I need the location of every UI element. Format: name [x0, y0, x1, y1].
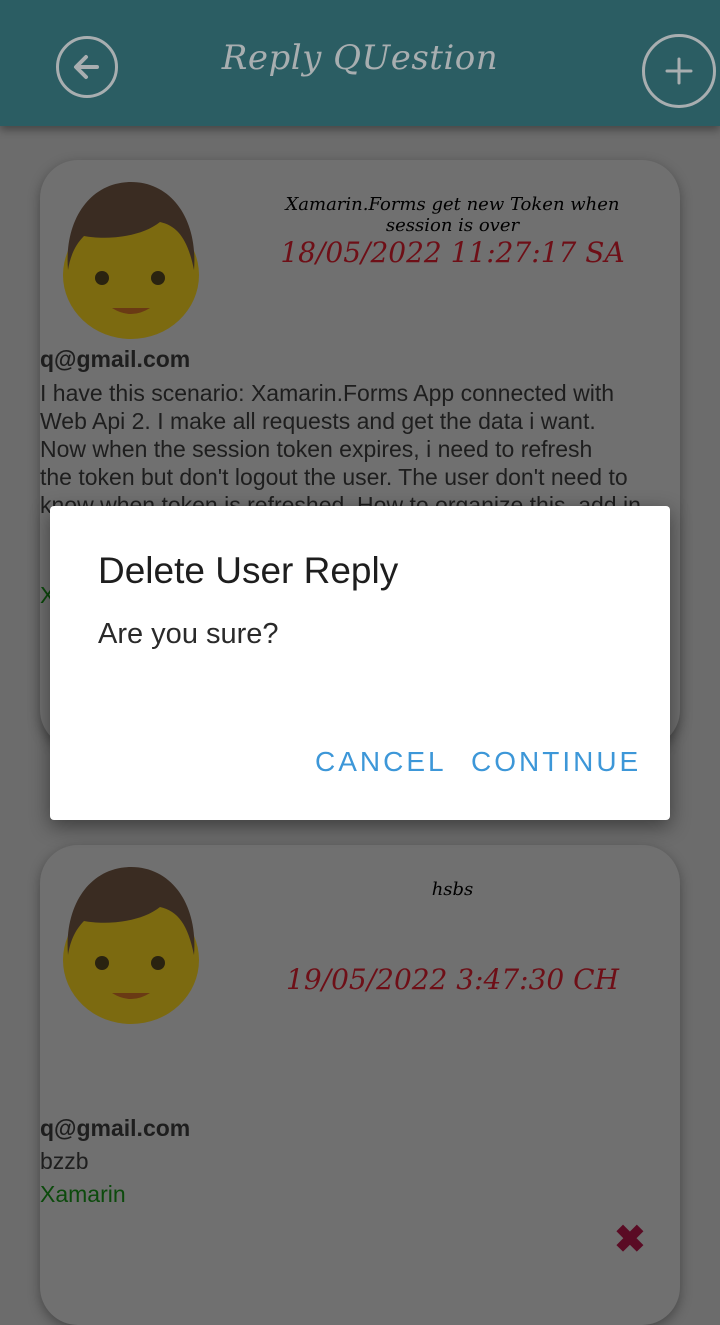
continue-button[interactable]: CONTINUE — [471, 746, 641, 778]
delete-icon[interactable]: ✖ — [614, 1217, 646, 1262]
confirm-dialog: Delete User Reply Are you sure? CANCEL C… — [50, 506, 670, 820]
user-email: q@gmail.com — [40, 1115, 191, 1141]
question-date: 18/05/2022 11:27:17 SA — [280, 236, 625, 269]
page-title: Reply QUestion — [221, 38, 499, 78]
dialog-title: Delete User Reply — [98, 550, 399, 591]
cancel-button[interactable]: CANCEL — [315, 746, 447, 778]
question-title: Xamarin.Forms get new Token when session… — [285, 194, 620, 236]
question-card: hsbs 19/05/2022 3:47:30 CH q@gmail.com b… — [40, 845, 680, 1325]
dialog-message: Are you sure? — [98, 618, 279, 650]
user-email: q@gmail.com — [40, 346, 191, 372]
question-title: hsbs — [431, 879, 474, 900]
question-body: bzzb — [40, 1148, 89, 1174]
avatar-icon — [63, 867, 199, 1024]
add-button[interactable] — [642, 34, 716, 108]
question-date: 19/05/2022 3:47:30 CH — [286, 963, 619, 996]
question-body: I have this scenario: Xamarin.Forms App … — [40, 380, 641, 518]
app-bar: Reply QUestion — [0, 0, 720, 126]
avatar-icon — [63, 182, 199, 339]
plus-icon — [665, 57, 693, 85]
question-tag: Xamarin — [40, 1181, 126, 1207]
